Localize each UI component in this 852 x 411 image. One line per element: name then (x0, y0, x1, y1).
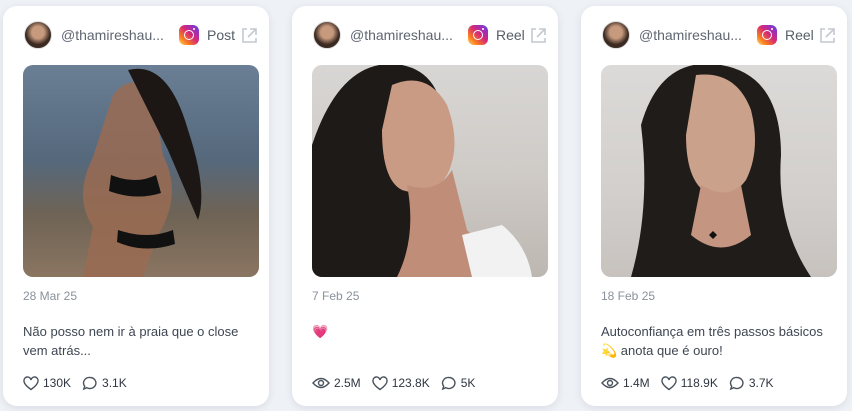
comment-icon (82, 376, 97, 390)
likes-count: 118.9K (680, 376, 718, 390)
likes-count: 123.8K (391, 376, 430, 390)
comment-icon (729, 376, 744, 390)
post-thumbnail[interactable] (312, 65, 548, 277)
comments-count: 3.1K (102, 376, 127, 390)
instagram-icon (179, 25, 199, 45)
comments-stat: 3.7K (729, 376, 774, 391)
card-header: @thamireshau... Post (3, 6, 269, 64)
likes-stat: 123.8K (371, 375, 430, 391)
heart-icon (23, 375, 39, 390)
post-caption: Não posso nem ir à praia que o close vem… (23, 324, 239, 358)
avatar[interactable] (602, 21, 630, 49)
card-header: @thamireshau... Reel (581, 6, 847, 64)
post-caption: Autoconfiança em três passos básicos 💫 a… (601, 324, 823, 358)
card-header: @thamireshau... Reel (292, 6, 558, 64)
views-count: 1.4M (623, 376, 650, 390)
external-link-icon[interactable] (528, 26, 548, 46)
account-handle[interactable]: @thamireshau... (350, 27, 458, 43)
post-type-label: Post (207, 27, 236, 43)
external-link-icon[interactable] (239, 26, 259, 46)
engagement-stats: 2.5M 123.8K 5K (312, 374, 486, 392)
comments-stat: 3.1K (82, 376, 127, 391)
avatar[interactable] (313, 21, 341, 49)
account-handle[interactable]: @thamireshau... (639, 27, 747, 43)
likes-stat: 118.9K (660, 375, 718, 391)
post-date: 28 Mar 25 (23, 289, 78, 303)
thumbnail-image (312, 65, 532, 277)
post-caption: 💗 (312, 324, 329, 339)
engagement-stats: 1.4M 118.9K 3.7K (601, 374, 785, 392)
instagram-icon (757, 25, 777, 45)
post-card[interactable]: @thamireshau... Reel 7 Feb 25 💗 2.5M 123… (292, 6, 558, 406)
post-date: 7 Feb 25 (312, 289, 360, 303)
comments-stat: 5K (441, 376, 476, 391)
instagram-icon (468, 25, 488, 45)
eye-icon (312, 377, 330, 389)
comment-icon (441, 376, 456, 390)
post-thumbnail[interactable] (601, 65, 837, 277)
comments-count: 3.7K (748, 376, 774, 390)
likes-count: 130K (43, 376, 72, 390)
eye-icon (601, 377, 619, 389)
heart-icon (371, 375, 388, 390)
thumbnail-image (83, 68, 202, 277)
comments-count: 5K (460, 376, 476, 390)
views-stat: 2.5M (312, 376, 361, 390)
views-stat: 1.4M (601, 376, 650, 390)
post-type-label: Reel (496, 27, 525, 43)
likes-stat: 130K (23, 375, 72, 391)
post-date: 18 Feb 25 (601, 289, 656, 303)
heart-icon (660, 375, 677, 390)
external-link-icon[interactable] (817, 26, 837, 46)
engagement-stats: 130K 3.1K (23, 374, 138, 392)
post-thumbnail[interactable] (23, 65, 259, 277)
post-card[interactable]: @thamireshau... Reel 18 Feb 25 Autoconfi… (581, 6, 847, 406)
post-card[interactable]: @thamireshau... Post 28 Mar 25 Não posso… (3, 6, 269, 406)
account-handle[interactable]: @thamireshau... (61, 27, 169, 43)
views-count: 2.5M (334, 376, 361, 390)
avatar[interactable] (24, 21, 52, 49)
post-type-label: Reel (785, 27, 814, 43)
thumbnail-image (631, 65, 811, 277)
